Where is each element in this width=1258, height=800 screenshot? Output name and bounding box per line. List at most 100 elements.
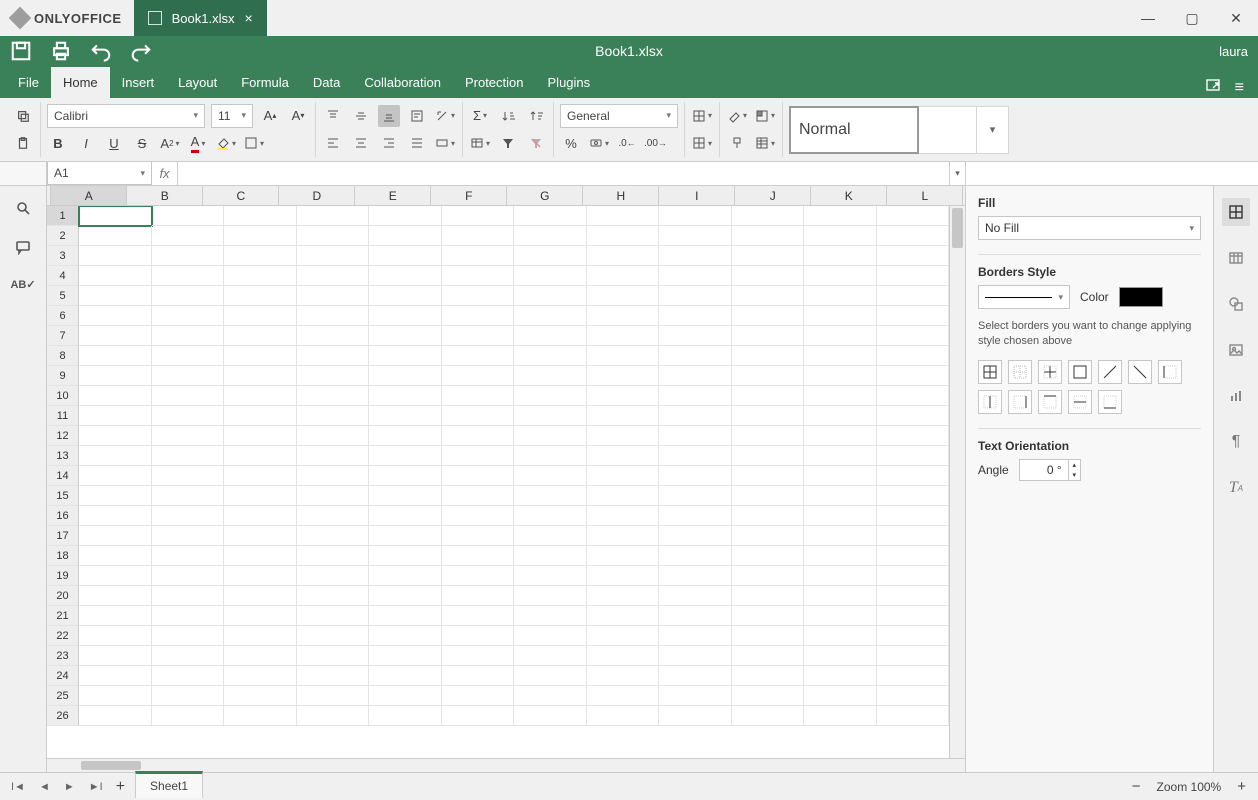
tab-file[interactable]: File (6, 67, 51, 98)
save-button[interactable] (10, 40, 32, 62)
cell-G16[interactable] (514, 506, 587, 526)
row-header-17[interactable]: 17 (47, 526, 79, 546)
cell-H20[interactable] (587, 586, 660, 606)
border-diag-up-button[interactable] (1098, 360, 1122, 384)
format-painter-button[interactable] (726, 132, 748, 154)
cell-C21[interactable] (224, 606, 297, 626)
cell-J19[interactable] (732, 566, 805, 586)
cell-G5[interactable] (514, 286, 587, 306)
cell-A25[interactable] (79, 686, 152, 706)
cell-G12[interactable] (514, 426, 587, 446)
cell-K15[interactable] (804, 486, 877, 506)
decrease-decimal-button[interactable]: .0← (616, 132, 638, 154)
cell-H3[interactable] (587, 246, 660, 266)
border-inner-vert-button[interactable] (978, 390, 1002, 414)
cell-A16[interactable] (79, 506, 152, 526)
cell-G11[interactable] (514, 406, 587, 426)
cell-E6[interactable] (369, 306, 442, 326)
cell-K3[interactable] (804, 246, 877, 266)
row-header-21[interactable]: 21 (47, 606, 79, 626)
delete-cells-button[interactable] (691, 132, 713, 154)
tab-home[interactable]: Home (51, 67, 110, 98)
cell-H17[interactable] (587, 526, 660, 546)
cell-D10[interactable] (297, 386, 370, 406)
add-sheet-button[interactable]: + (106, 778, 135, 796)
cell-G24[interactable] (514, 666, 587, 686)
cell-B7[interactable] (152, 326, 225, 346)
cell-D6[interactable] (297, 306, 370, 326)
cell-C7[interactable] (224, 326, 297, 346)
cell-B5[interactable] (152, 286, 225, 306)
cell-E18[interactable] (369, 546, 442, 566)
zoom-in-button[interactable]: + (1233, 778, 1250, 795)
cell-A23[interactable] (79, 646, 152, 666)
cell-H25[interactable] (587, 686, 660, 706)
cell-F7[interactable] (442, 326, 515, 346)
close-window-button[interactable]: ✕ (1214, 0, 1258, 36)
cell-A9[interactable] (79, 366, 152, 386)
bold-button[interactable]: B (47, 132, 69, 154)
cell-F9[interactable] (442, 366, 515, 386)
cell-L9[interactable] (877, 366, 950, 386)
cell-E12[interactable] (369, 426, 442, 446)
cell-G23[interactable] (514, 646, 587, 666)
cell-I25[interactable] (659, 686, 732, 706)
cell-D2[interactable] (297, 226, 370, 246)
cell-style-normal[interactable]: Normal (789, 106, 919, 154)
cell-H10[interactable] (587, 386, 660, 406)
row-header-14[interactable]: 14 (47, 466, 79, 486)
cell-B15[interactable] (152, 486, 225, 506)
cell-L23[interactable] (877, 646, 950, 666)
cell-style-expand[interactable]: ▾ (977, 106, 1009, 154)
cell-B18[interactable] (152, 546, 225, 566)
cell-G6[interactable] (514, 306, 587, 326)
zoom-out-button[interactable]: − (1128, 778, 1145, 795)
cell-style-next[interactable] (919, 106, 977, 154)
shape-settings-button[interactable] (1222, 290, 1250, 318)
cell-A22[interactable] (79, 626, 152, 646)
cell-L11[interactable] (877, 406, 950, 426)
cell-K4[interactable] (804, 266, 877, 286)
textart-settings-button[interactable]: TA (1222, 474, 1250, 502)
cell-L12[interactable] (877, 426, 950, 446)
cell-J15[interactable] (732, 486, 805, 506)
font-name-select[interactable]: Calibri▾ (47, 104, 205, 128)
cell-G10[interactable] (514, 386, 587, 406)
cell-G21[interactable] (514, 606, 587, 626)
tab-insert[interactable]: Insert (110, 67, 167, 98)
cell-F16[interactable] (442, 506, 515, 526)
cell-G7[interactable] (514, 326, 587, 346)
row-header-6[interactable]: 6 (47, 306, 79, 326)
cell-A15[interactable] (79, 486, 152, 506)
cell-L8[interactable] (877, 346, 950, 366)
cell-E3[interactable] (369, 246, 442, 266)
find-button[interactable] (15, 200, 31, 221)
cell-K2[interactable] (804, 226, 877, 246)
cell-E11[interactable] (369, 406, 442, 426)
border-right-button[interactable] (1008, 390, 1032, 414)
chart-settings-button[interactable] (1222, 382, 1250, 410)
cell-B24[interactable] (152, 666, 225, 686)
cell-C22[interactable] (224, 626, 297, 646)
cell-settings-button[interactable] (1222, 198, 1250, 226)
cell-A17[interactable] (79, 526, 152, 546)
cell-L19[interactable] (877, 566, 950, 586)
cell-I6[interactable] (659, 306, 732, 326)
cell-D23[interactable] (297, 646, 370, 666)
cell-L10[interactable] (877, 386, 950, 406)
cell-D24[interactable] (297, 666, 370, 686)
named-ranges-button[interactable] (469, 132, 491, 154)
cell-A6[interactable] (79, 306, 152, 326)
currency-button[interactable] (588, 132, 610, 154)
cell-G8[interactable] (514, 346, 587, 366)
cell-L15[interactable] (877, 486, 950, 506)
cell-E13[interactable] (369, 446, 442, 466)
cell-A1[interactable] (79, 206, 152, 226)
underline-button[interactable]: U (103, 132, 125, 154)
cell-J22[interactable] (732, 626, 805, 646)
cell-J17[interactable] (732, 526, 805, 546)
cell-L6[interactable] (877, 306, 950, 326)
copy-button[interactable] (12, 105, 34, 127)
cell-I12[interactable] (659, 426, 732, 446)
cell-J5[interactable] (732, 286, 805, 306)
